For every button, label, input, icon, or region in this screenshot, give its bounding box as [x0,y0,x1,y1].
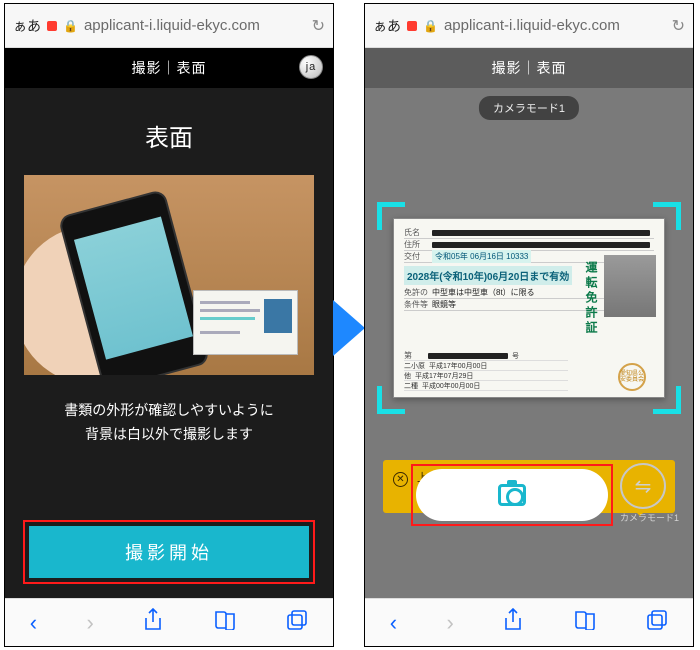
safari-address-bar: ぁあ 🔒 applicant-i.liquid-ekyc.com ↻ [365,4,693,48]
instruction-panel: 表面 書類の外形が確認しやすいように 背景は白以外で撮影します 撮影開始 [5,88,333,598]
close-tip-icon[interactable]: ✕ [393,472,408,487]
url-label[interactable]: applicant-i.liquid-ekyc.com [444,17,666,34]
expiry-label: 2028年(令和10年)06月20日まで有効 [404,266,572,285]
refresh-icon[interactable]: ↻ [672,16,685,36]
authority-stamp: 愛知県公安委員会 [618,363,646,391]
lock-icon: 🔒 [63,19,78,33]
phone-screen-instructions: ぁあ 🔒 applicant-i.liquid-ekyc.com ↻ 撮影｜表面… [4,3,334,647]
share-icon[interactable] [143,608,163,638]
camera-view: カメラモード1 氏名 住所 交付令和05年 06月16日 10333 2028年… [365,88,693,598]
camera-icon [498,484,526,506]
license-card-preview: 氏名 住所 交付令和05年 06月16日 10333 2028年(令和10年)0… [393,218,665,398]
capture-button-highlight [411,464,613,526]
safari-address-bar: ぁあ 🔒 applicant-i.liquid-ekyc.com ↻ [5,4,333,48]
license-photo [604,255,656,317]
page-header: 撮影｜表面 [365,48,693,88]
page-header-title: 撮影｜表面 [132,58,207,78]
tabs-icon[interactable] [286,609,308,637]
camera-mode-switch[interactable]: ⇋ カメラモード1 [620,463,679,524]
swap-icon: ⇋ [620,463,666,509]
forward-icon: › [447,610,454,636]
share-icon[interactable] [503,608,523,638]
bookmarks-icon[interactable] [573,610,597,636]
capture-button[interactable] [416,469,608,521]
viewfinder-frame: 氏名 住所 交付令和05年 06月16日 10333 2028年(令和10年)0… [383,208,675,408]
url-label[interactable]: applicant-i.liquid-ekyc.com [84,17,306,34]
phone-screen-camera: ぁあ 🔒 applicant-i.liquid-ekyc.com ↻ 撮影｜表面… [364,3,694,647]
back-icon[interactable]: ‹ [30,610,37,636]
forward-icon: › [87,610,94,636]
section-title: 表面 [145,118,193,153]
recording-indicator-icon [47,21,57,31]
license-date-table: 第号 二小原平成17年00月00日 他平成17年07月29日 二種平成00年00… [404,351,568,391]
tabs-icon[interactable] [646,609,668,637]
language-switch-button[interactable]: ja [299,55,323,79]
start-button-highlight: 撮影開始 [23,520,315,584]
instruction-text: 書類の外形が確認しやすいように 背景は白以外で撮影します [64,399,274,447]
flow-arrow-icon [333,300,365,356]
text-size-control[interactable]: ぁあ [13,16,41,36]
camera-mode-badge: カメラモード1 [479,96,579,120]
start-capture-button[interactable]: 撮影開始 [29,526,309,578]
lock-icon: 🔒 [423,19,438,33]
recording-indicator-icon [407,21,417,31]
bookmarks-icon[interactable] [213,610,237,636]
page-header: 撮影｜表面 ja [5,48,333,88]
refresh-icon[interactable]: ↻ [312,16,325,36]
safari-toolbar: ‹ › [5,598,333,646]
back-icon[interactable]: ‹ [390,610,397,636]
safari-toolbar: ‹ › [365,598,693,646]
text-size-control[interactable]: ぁあ [373,16,401,36]
page-header-title: 撮影｜表面 [492,58,567,78]
instruction-illustration [24,175,314,375]
license-title-vertical: 運転免許証 [583,261,600,336]
